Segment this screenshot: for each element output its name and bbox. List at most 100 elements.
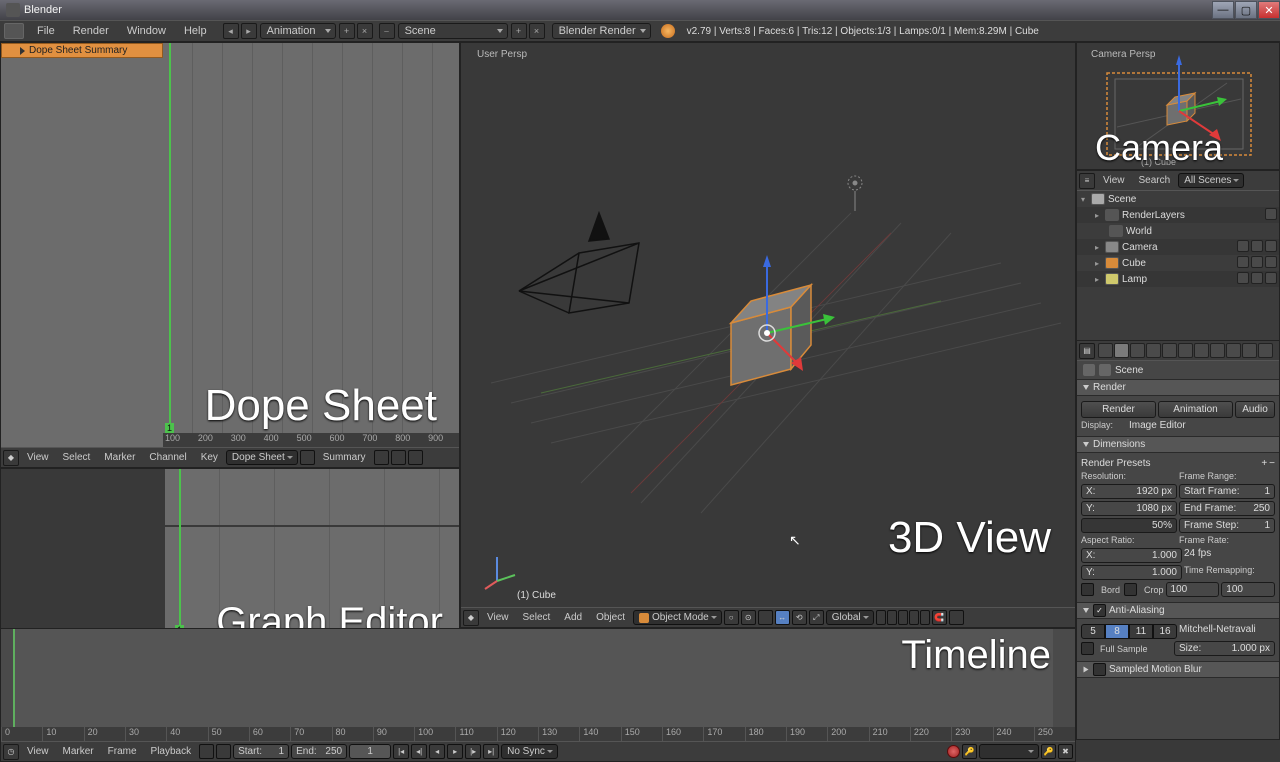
autokey-toggle[interactable] — [947, 745, 960, 758]
start-frame-field[interactable]: Start:1 — [233, 744, 289, 759]
tab-particles[interactable] — [1242, 343, 1257, 358]
tl-preview-toggle[interactable] — [216, 744, 231, 759]
manipulator-translate[interactable]: ↔ — [775, 610, 790, 625]
scene-dropdown[interactable]: Scene — [398, 23, 508, 39]
maximize-button[interactable]: ▢ — [1235, 1, 1257, 19]
framerate-dropdown[interactable]: 24 fps — [1184, 548, 1275, 563]
ds-menu-marker[interactable]: Marker — [98, 452, 141, 463]
disclosure-icon[interactable] — [20, 47, 25, 55]
animation-button[interactable]: Animation — [1158, 401, 1233, 418]
v3-mode-dropdown[interactable]: Object Mode — [633, 610, 722, 625]
resolution-x-input[interactable]: X:1920 px — [1081, 484, 1177, 499]
layout-add-button[interactable]: + — [339, 23, 355, 39]
outliner-item-lamp[interactable]: Lamp — [1122, 274, 1147, 285]
playhead-line[interactable] — [13, 629, 15, 727]
render-icon[interactable] — [1265, 240, 1277, 252]
outliner-item-world[interactable]: World — [1126, 226, 1152, 237]
editor-type-icon[interactable]: ◆ — [463, 610, 479, 626]
editor-type-icon[interactable]: ▤ — [1079, 343, 1095, 359]
play-reverse-button[interactable]: ◂ — [429, 744, 445, 759]
outliner-item-scene[interactable]: Scene — [1108, 194, 1136, 205]
aa-filter-dropdown[interactable]: Mitchell-Netravali — [1179, 624, 1275, 639]
display-dropdown[interactable]: Image Editor — [1129, 420, 1271, 431]
minimize-button[interactable]: — — [1212, 1, 1234, 19]
tab-scene[interactable] — [1114, 343, 1129, 358]
filter-size-input[interactable]: Size:1.000 px — [1174, 641, 1275, 656]
ds-mode-dropdown[interactable]: Dope Sheet — [226, 450, 298, 465]
dimensions-panel-header[interactable]: Dimensions — [1077, 436, 1279, 453]
pivot-dropdown[interactable]: ⊙ — [741, 610, 756, 625]
render-engine-dropdown[interactable]: Blender Render — [552, 23, 651, 39]
timeline-region[interactable]: 0102030405060708090100110120130140150160… — [1, 629, 1075, 741]
render-panel-header[interactable]: Render — [1077, 379, 1279, 396]
aa-checkbox[interactable]: ✓ — [1093, 604, 1106, 617]
tab-world[interactable] — [1130, 343, 1145, 358]
frame-step-input[interactable]: Frame Step:1 — [1179, 518, 1275, 533]
dopesheet-channel-list[interactable]: Dope Sheet Summary — [1, 43, 163, 447]
layout-prev-button[interactable]: ◂ — [223, 23, 239, 39]
border-checkbox[interactable] — [1081, 583, 1094, 596]
aspect-y-input[interactable]: Y:1.000 — [1081, 565, 1182, 580]
v3-menu-select[interactable]: Select — [517, 612, 557, 623]
ol-menu-search[interactable]: Search — [1133, 175, 1177, 186]
motionblur-panel-header[interactable]: Sampled Motion Blur — [1077, 661, 1279, 678]
aa-samples-segment[interactable]: 5 8 11 16 — [1081, 624, 1177, 639]
jump-end-button[interactable]: ▸| — [483, 744, 499, 759]
render-presets-dropdown[interactable]: Render Presets — [1081, 458, 1259, 469]
layer-button[interactable] — [758, 610, 773, 625]
render-border[interactable] — [949, 610, 964, 625]
tab-data[interactable] — [1194, 343, 1209, 358]
outliner-item-renderlayers[interactable]: RenderLayers — [1122, 210, 1185, 221]
end-frame-field[interactable]: End:250 — [291, 744, 347, 759]
v3-menu-add[interactable]: Add — [558, 612, 588, 623]
pin-icon[interactable] — [1083, 364, 1095, 376]
editor-type-icon[interactable]: ◆ — [3, 450, 19, 466]
eye-icon[interactable] — [1237, 240, 1249, 252]
scene-remove-button[interactable]: × — [529, 23, 545, 39]
key-insert-button[interactable]: 🔑 — [1041, 744, 1056, 759]
layer-buttons[interactable] — [876, 610, 930, 625]
layout-next-button[interactable]: ▸ — [241, 23, 257, 39]
audio-button[interactable]: Audio — [1235, 401, 1275, 418]
orientation-dropdown[interactable]: Global — [826, 610, 874, 625]
close-button[interactable]: ✕ — [1258, 1, 1280, 19]
keying-set-icon[interactable]: 🔑 — [962, 744, 977, 759]
v3-menu-object[interactable]: Object — [590, 612, 631, 623]
tab-material[interactable] — [1210, 343, 1225, 358]
tab-render[interactable] — [1098, 343, 1113, 358]
blender-logo-icon[interactable] — [4, 23, 24, 39]
render-button[interactable]: Render — [1081, 401, 1156, 418]
ds-toggle-1[interactable] — [300, 450, 315, 465]
camera-viewport[interactable]: Camera Persp (1) Cube — [1077, 43, 1279, 169]
full-sample-checkbox[interactable] — [1081, 642, 1094, 655]
tl-menu-view[interactable]: View — [21, 746, 55, 757]
ds-filter-2[interactable] — [391, 450, 406, 465]
ol-menu-view[interactable]: View — [1097, 175, 1131, 186]
ds-filter-3[interactable] — [408, 450, 423, 465]
key-delete-button[interactable]: ✖ — [1058, 744, 1073, 759]
resolution-y-input[interactable]: Y:1080 px — [1081, 501, 1177, 516]
timeline-ruler[interactable]: 0102030405060708090100110120130140150160… — [1, 727, 1075, 741]
tl-range-toggle[interactable] — [199, 744, 214, 759]
ds-menu-view[interactable]: View — [21, 452, 55, 463]
start-frame-input[interactable]: Start Frame:1 — [1179, 484, 1275, 499]
editor-type-icon[interactable]: ◷ — [3, 744, 19, 760]
snap-toggle[interactable]: 🧲 — [932, 610, 947, 625]
menu-window[interactable]: Window — [118, 21, 175, 41]
current-frame-field[interactable]: 1 — [349, 744, 391, 759]
playhead-line[interactable] — [179, 469, 181, 635]
remap-new-input[interactable]: 100 — [1221, 582, 1275, 597]
viewport-3d[interactable]: User Persp — [461, 43, 1075, 607]
ds-menu-key[interactable]: Key — [195, 452, 224, 463]
dopesheet-summary-row[interactable]: Dope Sheet Summary — [1, 43, 163, 58]
editor-type-icon[interactable]: ≡ — [1079, 173, 1095, 189]
outliner-item-camera[interactable]: Camera — [1122, 242, 1158, 253]
keyframe-prev-button[interactable]: ◂| — [411, 744, 427, 759]
ds-filter-1[interactable] — [374, 450, 389, 465]
manipulator-scale[interactable]: ⤢ — [809, 610, 824, 625]
playhead-line[interactable] — [169, 43, 171, 433]
crop-checkbox[interactable] — [1124, 583, 1137, 596]
tl-menu-frame[interactable]: Frame — [102, 746, 143, 757]
tab-object[interactable] — [1146, 343, 1161, 358]
jump-start-button[interactable]: |◂ — [393, 744, 409, 759]
